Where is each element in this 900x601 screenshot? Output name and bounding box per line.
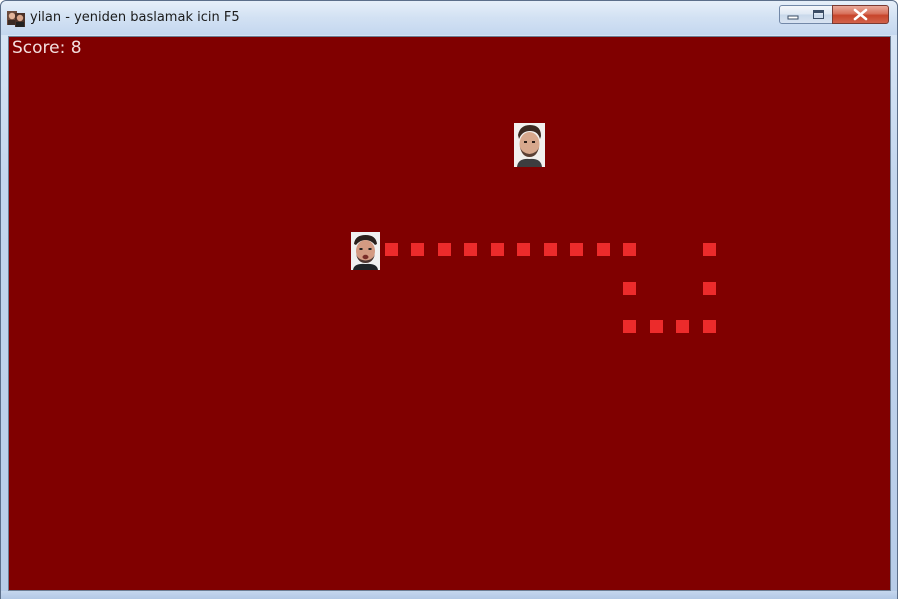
- maximize-icon: [813, 10, 824, 19]
- minimize-button[interactable]: [779, 5, 807, 24]
- snake-segment: [597, 243, 610, 256]
- game-window: yilan - yeniden baslamak icin F5 Score: …: [0, 0, 898, 599]
- title-bar[interactable]: yilan - yeniden baslamak icin F5: [1, 1, 897, 35]
- two-faces-icon: [7, 11, 25, 27]
- snake-segment: [570, 243, 583, 256]
- snake-segment: [703, 282, 716, 295]
- snake-segment: [385, 243, 398, 256]
- snake-head-sprite: [351, 232, 380, 270]
- window-title: yilan - yeniden baslamak icin F5: [30, 10, 240, 25]
- snake-segment: [411, 243, 424, 256]
- snake-segment: [650, 320, 663, 333]
- snake-segment: [623, 282, 636, 295]
- snake-segment: [623, 320, 636, 333]
- snake-segment: [623, 243, 636, 256]
- game-canvas[interactable]: Score: 8: [8, 36, 891, 591]
- close-icon: [853, 8, 868, 21]
- food-face-sprite: [514, 123, 545, 167]
- window-bottom-frame: [1, 591, 897, 599]
- snake-segment: [464, 243, 477, 256]
- snake-segment: [703, 320, 716, 333]
- snake-segment: [676, 320, 689, 333]
- snake-segment: [491, 243, 504, 256]
- snake-segment: [438, 243, 451, 256]
- snake-segment: [703, 243, 716, 256]
- snake-segment: [544, 243, 557, 256]
- score-label: Score: 8: [12, 38, 82, 58]
- minimize-icon: [787, 15, 799, 20]
- maximize-button[interactable]: [806, 5, 833, 24]
- close-button[interactable]: [832, 5, 889, 24]
- snake-segment: [517, 243, 530, 256]
